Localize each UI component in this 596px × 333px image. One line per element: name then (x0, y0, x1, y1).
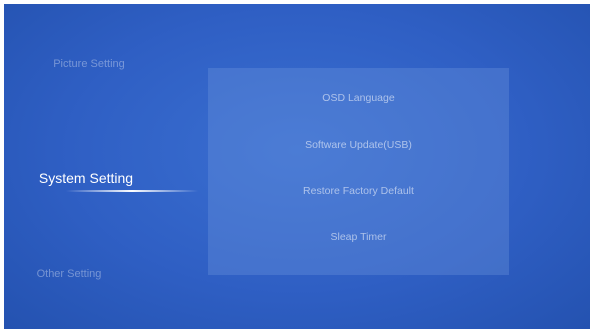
menu-item-picture-setting[interactable]: Picture Setting (4, 58, 214, 70)
submenu-item-osd-language[interactable]: OSD Language (208, 92, 509, 104)
submenu-item-software-update[interactable]: Software Update(USB) (208, 139, 509, 151)
menu-item-other-setting[interactable]: Other Setting (4, 268, 194, 280)
system-setting-panel: OSD Language Software Update(USB) Restor… (208, 68, 509, 275)
submenu-item-sleep-timer[interactable]: Sleap Timer (208, 231, 509, 243)
active-item-underline (66, 190, 198, 192)
osd-screen: Picture Setting System Setting Other Set… (4, 4, 590, 329)
menu-item-system-setting[interactable]: System Setting (4, 170, 216, 186)
settings-category-menu: Picture Setting System Setting Other Set… (4, 4, 204, 329)
submenu-item-restore-factory-default[interactable]: Restore Factory Default (208, 185, 509, 197)
